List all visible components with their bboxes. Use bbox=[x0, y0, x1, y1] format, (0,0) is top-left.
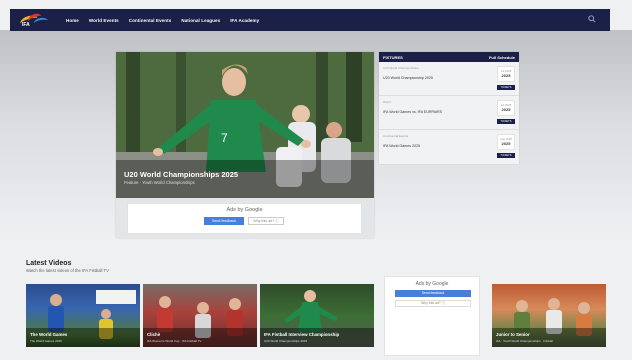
latest-videos-subtitle: Watch the latest videos of the IFA Fistb… bbox=[26, 268, 109, 273]
video-thumbnail bbox=[143, 296, 257, 347]
hero-card[interactable]: 7 U20 World Championships 2025 Feature ·… bbox=[116, 52, 374, 238]
nav-link-continental-events[interactable]: Continental Events bbox=[129, 18, 172, 23]
top-navigation: IFA Home World Events Continental Events… bbox=[10, 9, 610, 31]
fixtures-panel: FIXTURES Full Schedule U20 World Champio… bbox=[379, 52, 519, 164]
fixture-tickets-button[interactable]: TICKETS bbox=[497, 153, 515, 158]
fixtures-title: FIXTURES bbox=[383, 54, 403, 60]
nav-link-national-leagues[interactable]: National Leagues bbox=[181, 18, 220, 23]
fixture-competition: U20 World Championships bbox=[383, 66, 419, 70]
site-logo[interactable]: IFA bbox=[18, 11, 52, 29]
nav-links: Home World Events Continental Events Nat… bbox=[66, 18, 259, 23]
fixture-competition: Continental Events bbox=[383, 134, 409, 138]
why-this-ad-button[interactable]: Why this ad? ⓘ bbox=[248, 217, 284, 225]
fixture-match[interactable]: IFA World Games vs. IFA EURPAIRS bbox=[383, 110, 442, 114]
send-feedback-button[interactable]: Send feedback bbox=[395, 290, 471, 297]
video-thumbnail bbox=[26, 290, 140, 347]
nav-link-world-events[interactable]: World Events bbox=[89, 18, 119, 23]
ad-label: Ads by Google bbox=[415, 281, 449, 287]
nav-link-academy[interactable]: IFA Academy bbox=[230, 18, 259, 23]
fixture-row[interactable]: Continental Events IFA World Games 2025 … bbox=[379, 130, 519, 164]
fixture-match[interactable]: IFA World Games 2025 bbox=[383, 144, 420, 148]
why-this-ad-button[interactable]: Why this ad? ⓘ bbox=[395, 300, 471, 307]
video-subtitle: The World Games 2025 bbox=[30, 339, 62, 343]
video-subtitle: IFA · Youth World Championships · Fistba… bbox=[496, 339, 553, 343]
video-subtitle: U20 World Championships 2025 bbox=[264, 339, 308, 343]
hero-subtitle: Feature · Youth World Championships bbox=[124, 180, 195, 185]
hero-ad: Ads by Google Send feedback Why this ad?… bbox=[127, 203, 362, 234]
nav-link-home[interactable]: Home bbox=[66, 18, 79, 23]
hero-title[interactable]: U20 World Championships 2025 bbox=[124, 170, 238, 179]
video-title[interactable]: The World Games bbox=[30, 332, 67, 337]
fixture-day: 2025 bbox=[501, 107, 511, 112]
search-icon[interactable] bbox=[588, 15, 596, 23]
fixture-competition: World bbox=[383, 100, 391, 104]
ad-label: Ads by Google bbox=[226, 207, 263, 213]
video-subtitle: IFA Women's World Cup · IFA Fistball TV bbox=[147, 339, 202, 343]
latest-videos-title: Latest Videos bbox=[26, 260, 72, 267]
video-card[interactable]: Junior to Senior IFA · Youth World Champ… bbox=[492, 284, 606, 347]
fixture-date: Aug 2025 2025 bbox=[497, 134, 515, 150]
video-card[interactable]: The World Games The World Games 2025 bbox=[26, 284, 140, 347]
send-feedback-button[interactable]: Send feedback bbox=[204, 217, 244, 225]
video-title[interactable]: Junior to Senior bbox=[496, 332, 530, 337]
fixtures-header: FIXTURES Full Schedule bbox=[379, 52, 519, 62]
fixture-match[interactable]: U20 World Championship 2025 bbox=[383, 76, 433, 80]
video-card[interactable]: IFA Fistball Interview Championship U20 … bbox=[260, 284, 374, 347]
video-thumbnail bbox=[492, 298, 606, 347]
svg-text:7: 7 bbox=[221, 131, 228, 145]
fixture-tickets-button[interactable]: TICKETS bbox=[497, 119, 515, 124]
fixture-day: 2025 bbox=[501, 73, 511, 78]
fixture-row[interactable]: U20 World Championships U20 World Champi… bbox=[379, 62, 519, 96]
logo-swoosh-blue bbox=[33, 16, 49, 28]
video-thumbnail bbox=[260, 290, 374, 347]
video-card[interactable]: Clichè IFA Women's World Cup · IFA Fistb… bbox=[143, 284, 257, 347]
fixture-day: 2025 bbox=[501, 141, 511, 146]
logo-text: IFA bbox=[22, 22, 30, 28]
video-title[interactable]: Clichè bbox=[147, 332, 160, 337]
fixture-tickets-button[interactable]: TICKETS bbox=[497, 85, 515, 90]
video-title[interactable]: IFA Fistball Interview Championship bbox=[264, 332, 339, 337]
fixture-date: Jul 2025 2025 bbox=[497, 66, 515, 82]
hero-image[interactable]: 7 U20 World Championships 2025 Feature ·… bbox=[116, 52, 374, 198]
video-ad: Ads by Google Send feedback Why this ad?… bbox=[384, 276, 480, 356]
fixture-row[interactable]: World IFA World Games vs. IFA EURPAIRS J… bbox=[379, 96, 519, 130]
full-schedule-link[interactable]: Full Schedule bbox=[489, 55, 515, 60]
fixture-date: Jul 2025 2025 bbox=[497, 100, 515, 116]
